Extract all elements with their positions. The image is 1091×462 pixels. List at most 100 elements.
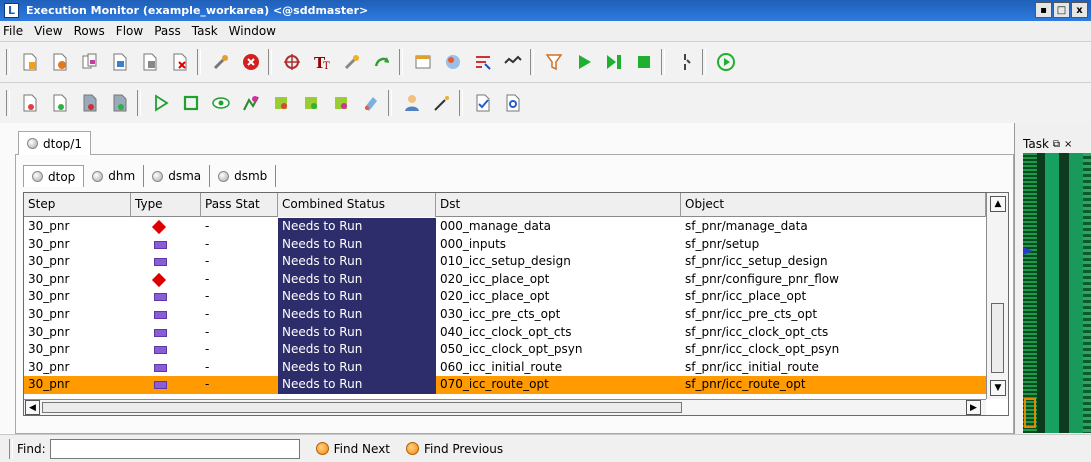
step-icon[interactable] [603,51,625,73]
cube-a-icon[interactable] [270,92,292,114]
scroll-up-icon[interactable]: ▲ [990,196,1006,212]
play-outline-icon[interactable] [150,92,172,114]
close-window-button[interactable]: x [1071,2,1088,18]
play-icon[interactable] [573,51,595,73]
table-row[interactable]: 30_pnr - Needs to Run 040_icc_clock_opt_cts… [24,323,986,342]
menu-pass[interactable]: Pass [154,24,181,38]
stop-square-icon[interactable] [633,51,655,73]
task-c-icon[interactable] [79,92,101,114]
cube-b-icon[interactable] [300,92,322,114]
tab-dtop-1[interactable]: dtop/1 [18,131,91,155]
task-d-icon[interactable] [109,92,131,114]
object-cell: sf_pnr/manage_data [685,219,808,233]
table-row[interactable]: 30_pnr - Needs to Run 060_icc_initial_route… [24,358,986,377]
debug-icon[interactable] [281,51,303,73]
doc-check-icon[interactable] [472,92,494,114]
scrollbar-thumb[interactable] [42,402,682,413]
table-row[interactable]: 30_pnr - Needs to Run 030_icc_pre_cts_opt sf… [24,305,986,324]
tab-dsmb[interactable]: dsmb [210,165,277,187]
find-previous-button[interactable]: Find Previous [406,442,503,456]
table-row[interactable]: 30_pnr - Needs to Run 070_icc_route_opt sf_p… [24,376,986,394]
toolbar-grip[interactable] [6,90,10,116]
step-cell: 30_pnr [28,359,70,374]
tab-status-icon [32,171,43,182]
new-doc-icon[interactable] [19,51,41,73]
column-header-pass-stat[interactable]: Pass Stat [201,193,278,217]
task-a-icon[interactable] [19,92,41,114]
copy-doc-icon[interactable] [79,51,101,73]
refresh-icon[interactable] [371,51,393,73]
cursor-icon[interactable] [674,51,696,73]
wand-icon[interactable] [431,92,453,114]
wrench-icon[interactable] [341,51,363,73]
find-input[interactable] [49,438,300,459]
column-header-combined-status[interactable]: Combined Status [278,193,436,217]
eye-icon[interactable] [210,92,232,114]
go-icon[interactable] [715,51,737,73]
column-header-type[interactable]: Type [131,193,201,217]
column-header-object[interactable]: Object [681,193,986,217]
delete-doc-icon[interactable] [139,51,161,73]
tab-dtop[interactable]: dtop [23,165,85,187]
stop-icon[interactable] [240,51,262,73]
graph-icon[interactable] [240,92,262,114]
scroll-right-icon[interactable]: ▶ [966,400,981,415]
float-icon[interactable]: ⧉ [1053,139,1060,150]
app-logo-icon: L [4,3,19,18]
table-row[interactable]: 30_pnr - Needs to Run 020_icc_place_opt sf_p… [24,288,986,306]
open-doc-icon[interactable] [49,51,71,73]
minimize-button[interactable]: ▪ [1035,2,1052,18]
save-doc-icon[interactable] [109,51,131,73]
column-header-dst[interactable]: Dst [436,193,681,217]
combined-status-cell: Needs to Run [278,270,436,289]
menu-file[interactable]: File [3,24,23,38]
color-icon[interactable] [442,51,464,73]
table-row[interactable]: 30_pnr - Needs to Run 000_manage_data sf_pnr… [24,218,986,236]
toolbar-grip [137,90,141,116]
gantt-strip [1083,153,1091,433]
type-cell [131,253,201,271]
column-header-step[interactable]: Step [24,193,131,217]
task-gantt-view[interactable] [1023,153,1091,433]
window-icon[interactable] [412,51,434,73]
find-bar-grip[interactable] [9,438,13,459]
run-icon[interactable] [502,51,524,73]
tab-dsma[interactable]: dsma [144,165,211,187]
type-cell [131,306,201,324]
doc-search-icon[interactable] [502,92,524,114]
flow-icon[interactable] [472,51,494,73]
scroll-down-icon[interactable]: ▼ [990,380,1006,396]
table-row[interactable]: 30_pnr - Needs to Run 000_inputs sf_pnr/setu… [24,235,986,254]
close-doc-icon[interactable] [169,51,191,73]
cube-c-icon[interactable] [330,92,352,114]
tab-dhm[interactable]: dhm [84,165,145,187]
close-dock-icon[interactable]: × [1064,139,1072,150]
dst-cell: 040_icc_clock_opt_cts [440,324,572,339]
horizontal-scrollbar[interactable]: ◀ ▶ [24,399,986,415]
menu-rows[interactable]: Rows [74,24,105,38]
font-icon[interactable]: TT [311,51,333,73]
tools-icon[interactable] [210,51,232,73]
scrollbar-thumb[interactable] [991,303,1004,373]
toolbar-grip[interactable] [6,49,10,75]
vertical-scrollbar[interactable]: ▲ ▼ [986,193,1008,399]
menu-task[interactable]: Task [192,24,218,38]
menu-window[interactable]: Window [229,24,276,38]
menu-flow[interactable]: Flow [116,24,143,38]
scroll-left-icon[interactable]: ◀ [25,400,40,415]
maximize-button[interactable]: □ [1053,2,1070,18]
user-icon[interactable] [401,92,423,114]
find-next-button[interactable]: Find Next [315,442,390,456]
table-row[interactable]: 30_pnr - Needs to Run 050_icc_clock_opt_psy… [24,341,986,359]
pass-stat-cell: - [205,271,210,286]
table-row[interactable]: 30_pnr - Needs to Run 020_icc_place_opt sf_p… [24,270,986,289]
task-b-icon[interactable] [49,92,71,114]
find-previous-icon [406,442,419,455]
pass-stat-cell: - [205,377,210,392]
square-outline-icon[interactable] [180,92,202,114]
paint-icon[interactable] [360,92,382,114]
table-row[interactable]: 30_pnr - Needs to Run 010_icc_setup_design s… [24,253,986,271]
menu-view[interactable]: View [34,24,62,38]
tab-status-icon [218,170,230,182]
filter-icon[interactable] [543,51,565,73]
